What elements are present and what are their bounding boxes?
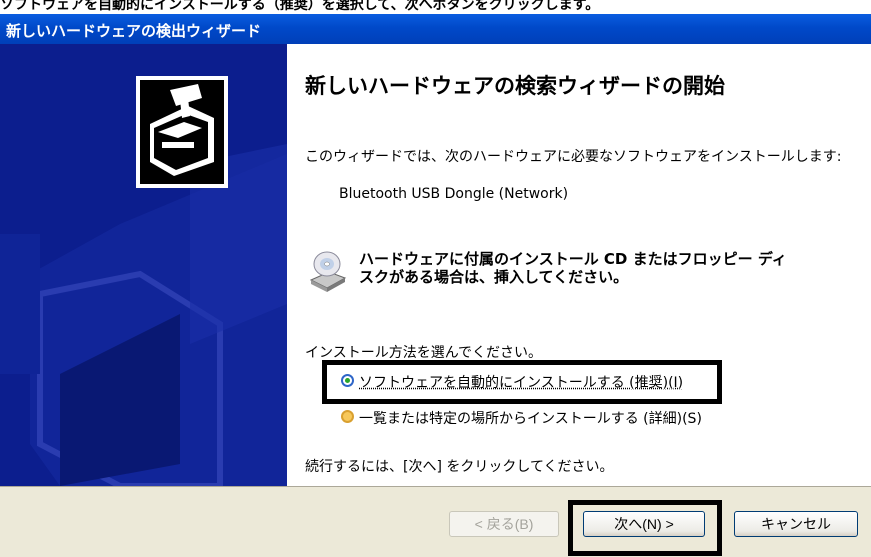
instruction-strip: ソフトウェアを自動的にインストールする（推奨）を選択して、次へボタンをクリックし…: [0, 0, 871, 14]
device-name: Bluetooth USB Dongle (Network): [339, 186, 569, 202]
window-title: 新しいハードウェアの検出ウィザード: [6, 22, 262, 40]
title-bar[interactable]: 新しいハードウェアの検出ウィザード: [0, 14, 871, 44]
back-button[interactable]: < 戻る(B): [449, 511, 559, 537]
cd-notice-line2: スクがある場合は、挿入してください。: [359, 268, 629, 286]
wizard-side-panel: [0, 44, 287, 486]
option-manual-install-label: 一覧または特定の場所からインストールする (詳細)(S): [359, 411, 702, 427]
intro-text: このウィザードでは、次のハードウェアに必要なソフトウェアをインストールします:: [305, 149, 842, 165]
cd-notice-line1: ハードウェアに付属のインストール CD またはフロッピー ディ: [359, 250, 787, 268]
cancel-button[interactable]: キャンセル: [734, 511, 858, 537]
option-manual-install[interactable]: 一覧または特定の場所からインストールする (詳細)(S): [339, 407, 719, 427]
cd-notice: ハードウェアに付属のインストール CD またはフロッピー ディ スクがある場合は…: [359, 250, 787, 286]
radio-manual-install[interactable]: [341, 410, 354, 423]
button-bar: < 戻る(B) 次へ(N) > キャンセル: [0, 486, 871, 557]
highlight-next-button: [568, 500, 722, 556]
instruction-text: ソフトウェアを自動的にインストールする（推奨）を選択して、次へボタンをクリックし…: [0, 0, 600, 13]
choose-method-label: インストール方法を選んでください。: [305, 345, 543, 361]
continue-instructions: 続行するには、[次へ] をクリックしてください。: [305, 459, 614, 475]
cd-drive-icon: [309, 250, 347, 296]
hardware-icon: [136, 76, 228, 188]
wizard-content: 新しいハードウェアの検索ウィザードの開始 このウィザードでは、次のハードウェアに…: [287, 44, 871, 486]
highlight-auto-install: [322, 360, 722, 404]
wizard-heading: 新しいハードウェアの検索ウィザードの開始: [305, 74, 725, 98]
